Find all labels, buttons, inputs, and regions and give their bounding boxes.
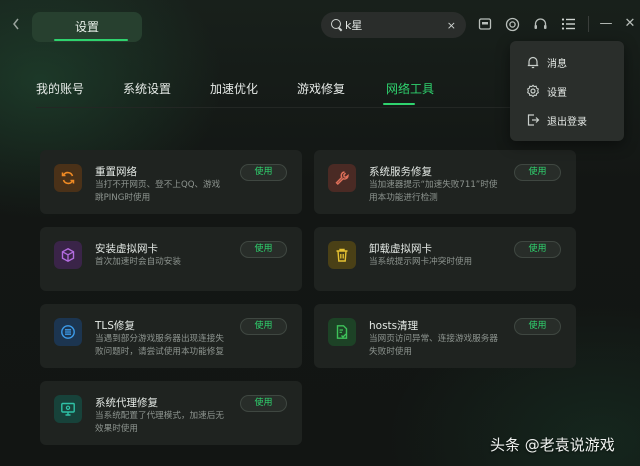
headset-icon[interactable]: [531, 15, 549, 33]
use-button[interactable]: 使用: [240, 164, 287, 181]
menu-item-messages[interactable]: 消息: [510, 48, 624, 76]
active-tab-underline: [383, 103, 415, 105]
file-check-icon: [328, 318, 356, 346]
back-button[interactable]: [8, 14, 24, 38]
tool-name: 系统服务修复: [369, 166, 432, 178]
menu-item-logout[interactable]: 退出登录: [510, 106, 624, 134]
minimize-button[interactable]: —: [598, 13, 614, 35]
close-button[interactable]: ✕: [622, 13, 638, 35]
tool-name: hosts清理: [369, 320, 419, 332]
tool-name: TLS修复: [95, 320, 135, 332]
menu-item-label: 消息: [547, 59, 567, 70]
monitor-gear-icon: [54, 395, 82, 423]
header-divider: [588, 16, 589, 32]
menu-item-label: 退出登录: [547, 117, 587, 128]
menu-list-icon[interactable]: [559, 15, 577, 33]
tool-description: 当网页访问异常、连接游戏服务器失败时使用: [369, 334, 498, 357]
refresh-circle-icon[interactable]: [503, 15, 521, 33]
use-button[interactable]: 使用: [514, 164, 561, 181]
tool-card-uninstall-virtual-nic: 卸载虚拟网卡 当系统提示网卡冲突时使用 使用: [314, 227, 576, 291]
tool-description: 首次加速时会自动安装: [95, 257, 181, 267]
tool-name: 系统代理修复: [95, 397, 158, 409]
bell-icon: [527, 56, 539, 69]
list-circle-icon: [54, 318, 82, 346]
clear-search-button[interactable]: ×: [447, 19, 456, 32]
tool-description: 当打不开网页、登不上QQ、游戏跳PING时使用: [95, 180, 221, 203]
use-button[interactable]: 使用: [240, 318, 287, 335]
tab-network-tools[interactable]: 网络工具: [386, 80, 434, 97]
store-icon[interactable]: [476, 15, 494, 33]
use-button[interactable]: 使用: [240, 241, 287, 258]
search-box[interactable]: ×: [321, 12, 466, 38]
tool-description: 当遇到部分游戏服务器出现连接失败问题时，请尝试使用本功能修复: [95, 334, 224, 357]
search-input[interactable]: [345, 18, 447, 32]
tool-description: 当加速器提示“加速失败711”时使用本功能进行检测: [369, 180, 498, 203]
wrench-icon: [328, 164, 356, 192]
watermark: 头条 @老袁说游戏: [490, 436, 615, 454]
page-title-tab[interactable]: 设置: [32, 12, 142, 42]
title-underline: [54, 39, 128, 41]
tab-system-settings[interactable]: 系统设置: [123, 80, 171, 97]
user-dropdown-menu: 消息 设置 退出登录: [510, 41, 624, 141]
tool-card-reset-network: 重置网络 当打不开网页、登不上QQ、游戏跳PING时使用 使用: [40, 150, 302, 214]
tool-name: 重置网络: [95, 166, 137, 178]
cube-icon: [54, 241, 82, 269]
page-title: 设置: [74, 20, 99, 34]
use-button[interactable]: 使用: [514, 241, 561, 258]
logout-icon: [527, 114, 540, 126]
tool-card-hosts-cleanup: hosts清理 当网页访问异常、连接游戏服务器失败时使用 使用: [314, 304, 576, 368]
trash-icon: [328, 241, 356, 269]
tool-card-tls-repair: TLS修复 当遇到部分游戏服务器出现连接失败问题时，请尝试使用本功能修复 使用: [40, 304, 302, 368]
tool-card-system-proxy-repair: 系统代理修复 当系统配置了代理模式，加速后无效果时使用 使用: [40, 381, 302, 445]
tool-description: 当系统配置了代理模式，加速后无效果时使用: [95, 411, 224, 434]
tool-card-install-virtual-nic: 安装虚拟网卡 首次加速时会自动安装 使用: [40, 227, 302, 291]
tab-acceleration[interactable]: 加速优化: [210, 80, 258, 97]
menu-item-settings[interactable]: 设置: [510, 77, 624, 105]
tool-card-system-service-repair: 系统服务修复 当加速器提示“加速失败711”时使用本功能进行检测 使用: [314, 150, 576, 214]
reset-icon: [54, 164, 82, 192]
tool-name: 卸载虚拟网卡: [369, 243, 432, 255]
tool-description: 当系统提示网卡冲突时使用: [369, 257, 473, 267]
use-button[interactable]: 使用: [240, 395, 287, 412]
tool-name: 安装虚拟网卡: [95, 243, 158, 255]
menu-item-label: 设置: [547, 88, 567, 99]
tab-my-account[interactable]: 我的账号: [36, 80, 84, 97]
tab-game-repair[interactable]: 游戏修复: [297, 80, 345, 97]
chevron-left-icon: [13, 18, 19, 30]
search-icon: [331, 19, 343, 31]
use-button[interactable]: 使用: [514, 318, 561, 335]
gear-icon: [527, 84, 539, 98]
